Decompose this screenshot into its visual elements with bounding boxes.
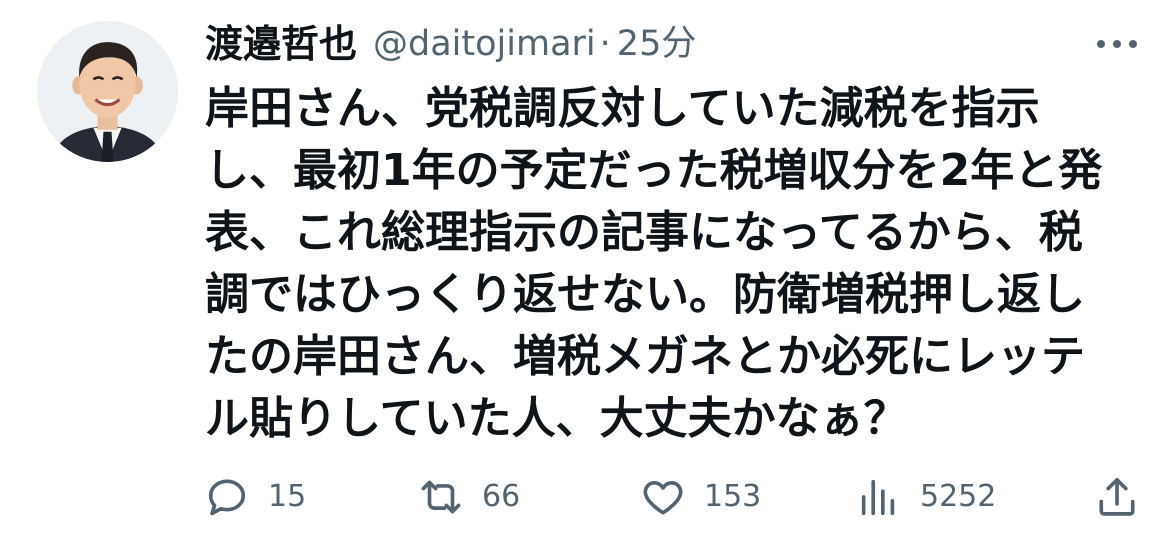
post: 渡邉哲也 @daitojimari · 25分 岸田さん、党税調反対していた減税…: [0, 0, 1165, 549]
like-button[interactable]: 153: [640, 473, 761, 521]
author-handle[interactable]: @daitojimari: [373, 16, 596, 72]
share-icon: [1099, 477, 1135, 516]
post-header: 渡邉哲也 @daitojimari · 25分: [205, 16, 696, 72]
avatar[interactable]: [37, 21, 178, 162]
like-icon: [643, 480, 683, 515]
repost-button[interactable]: 66: [418, 473, 520, 521]
post-text-line: たの岸田さん、増税メガネとか必死にレッテ: [205, 331, 1085, 382]
post-text-line: ル貼りしていた人、大丈夫かなぁ？: [205, 393, 908, 444]
post-text-line: し、最初1年の予定だった税増収分を2年と発: [205, 145, 1103, 196]
more-button[interactable]: [1090, 26, 1144, 62]
separator-dot: ·: [599, 24, 611, 64]
post-time[interactable]: 25分: [617, 16, 697, 72]
more-icon: [1097, 40, 1137, 48]
reply-count: 15: [268, 479, 307, 514]
reply-button[interactable]: 15: [204, 473, 306, 521]
reply-icon: [208, 479, 246, 516]
post-text: 岸田さん、党税調反対していた減税を指示 し、最初1年の予定だった税増収分を2年と…: [205, 78, 1150, 450]
repost-count: 66: [482, 479, 521, 514]
views-button[interactable]: 5252: [856, 473, 996, 521]
avatar-photo: [37, 21, 178, 162]
post-text-line: 岸田さん、党税調反対していた減税を指示: [205, 83, 1040, 134]
views-icon: [861, 479, 895, 516]
post-text-line: 調ではひっくり返せない。防衛増税押し返し: [205, 269, 1085, 320]
author-name[interactable]: 渡邉哲也: [205, 16, 357, 72]
repost-icon: [421, 480, 461, 514]
views-count: 5252: [920, 479, 997, 514]
post-text-line: 表、これ総理指示の記事になってるから、税: [205, 207, 1083, 258]
like-count: 153: [704, 479, 762, 514]
share-button[interactable]: [1094, 473, 1140, 521]
